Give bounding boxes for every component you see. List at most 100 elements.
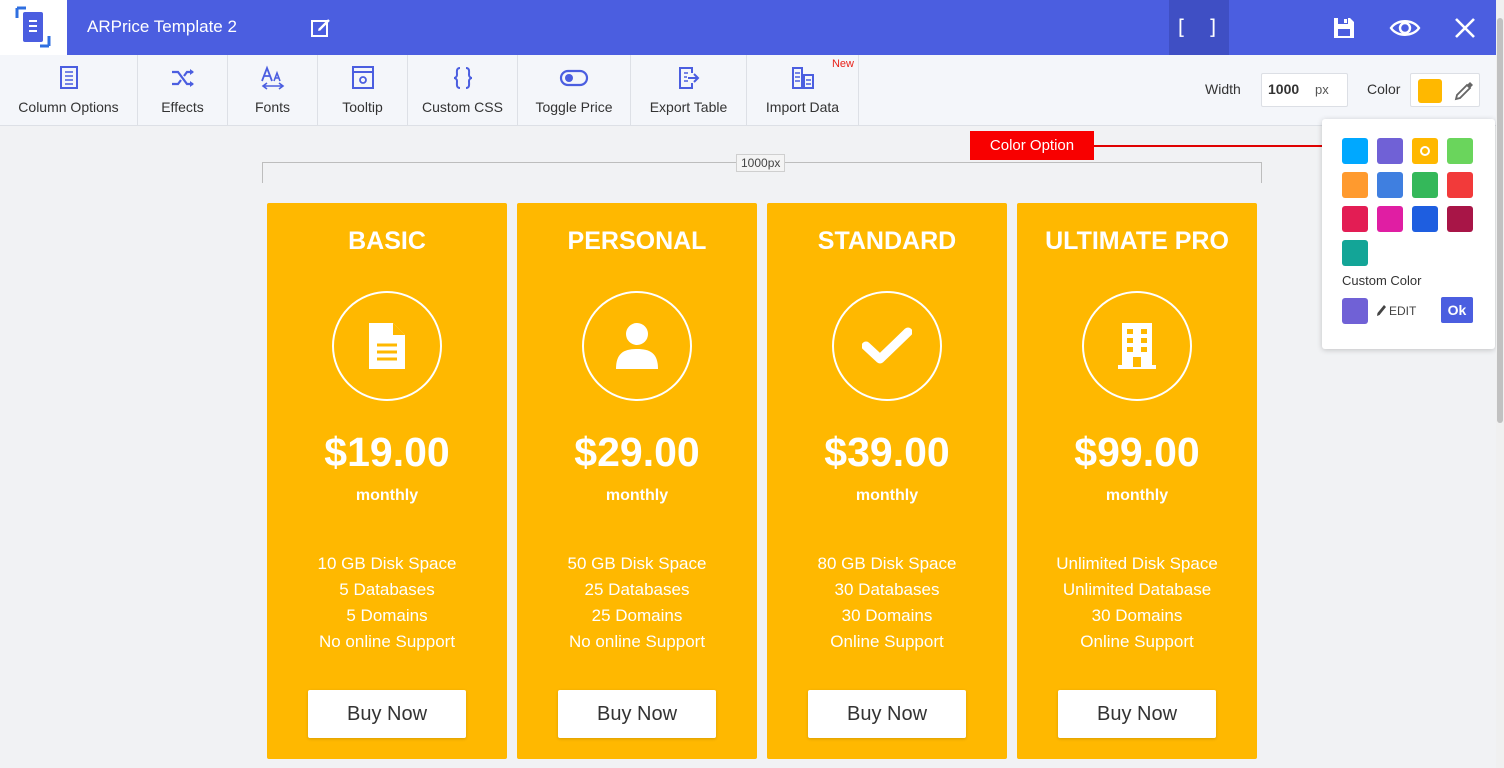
buy-now-button[interactable]: Buy Now	[1058, 690, 1216, 738]
plan-name: STANDARD	[817, 227, 957, 255]
color-label: Color	[1367, 81, 1401, 97]
logo	[0, 0, 67, 55]
tool-tooltip[interactable]: Tooltip	[318, 55, 408, 125]
plan-price: $29.00	[574, 429, 700, 475]
tool-label: Custom CSS	[422, 99, 503, 115]
checkmark-icon	[862, 327, 912, 364]
feature-item: 25 Domains	[591, 606, 683, 625]
import-icon	[791, 67, 814, 89]
feature-list: Unlimited Disk Space Unlimited Database …	[1017, 551, 1257, 655]
buy-now-button[interactable]: Buy Now	[808, 690, 966, 738]
feature-item: 30 Databases	[834, 580, 940, 599]
tool-export-table[interactable]: Export Table	[631, 55, 747, 125]
color-swatch[interactable]	[1342, 172, 1368, 198]
template-title: ARPrice Template 2	[87, 17, 237, 36]
plan-price: $19.00	[324, 429, 450, 475]
color-swatch[interactable]	[1412, 206, 1438, 232]
color-swatch[interactable]	[1377, 206, 1403, 232]
tool-label: Export Table	[649, 99, 728, 115]
buy-now-button[interactable]: Buy Now	[308, 690, 466, 738]
ok-button[interactable]: Ok	[1441, 297, 1473, 323]
color-swatch[interactable]	[1377, 172, 1403, 198]
feature-item: Online Support	[1080, 632, 1194, 651]
document-icon	[369, 323, 405, 369]
color-swatch[interactable]	[1412, 138, 1438, 164]
tool-label: Import Data	[765, 99, 840, 115]
feature-item: Unlimited Database	[1062, 580, 1212, 599]
plan-icon-ring	[1082, 291, 1192, 401]
feature-item: No online Support	[318, 632, 456, 651]
tooltip-icon	[351, 66, 374, 89]
braces-icon	[453, 67, 472, 89]
color-field	[1410, 73, 1480, 107]
feature-list: 80 GB Disk Space 30 Databases 30 Domains…	[767, 551, 1007, 655]
scrollbar-thumb[interactable]	[1497, 18, 1503, 423]
plan-name: ULTIMATE PRO	[1045, 227, 1229, 255]
width-input[interactable]	[1268, 81, 1313, 97]
plan-period: monthly	[855, 487, 919, 504]
user-icon	[616, 323, 658, 369]
color-swatch[interactable]	[1342, 240, 1368, 266]
plan-name: BASIC	[348, 227, 426, 255]
tool-custom-css[interactable]: Custom CSS	[408, 55, 518, 125]
plan-icon-ring	[832, 291, 942, 401]
feature-list: 10 GB Disk Space 5 Databases 5 Domains N…	[267, 551, 507, 655]
custom-color-label: Custom Color	[1342, 273, 1422, 288]
tool-label: Column Options	[18, 99, 119, 115]
tool-toggle-price[interactable]: Toggle Price	[518, 55, 631, 125]
plan-icon-ring	[582, 291, 692, 401]
plan-period: monthly	[355, 487, 419, 504]
tool-column-options[interactable]: Column Options	[0, 55, 138, 125]
eyedropper-icon[interactable]	[1453, 80, 1475, 102]
pricing-card-basic[interactable]: BASIC $19.00 monthly 10 GB Disk Space 5 …	[267, 203, 507, 759]
edit-custom-color-button[interactable]: EDIT	[1375, 303, 1416, 318]
plan-name: PERSONAL	[567, 227, 707, 255]
width-unit: px	[1315, 82, 1329, 97]
pricing-card-personal[interactable]: PERSONAL $29.00 monthly 50 GB Disk Space…	[517, 203, 757, 759]
feature-item: 5 Domains	[346, 606, 428, 625]
color-swatch[interactable]	[1447, 138, 1473, 164]
pencil-icon	[1377, 305, 1386, 316]
tool-label: Fonts	[254, 99, 290, 115]
edit-label: EDIT	[1389, 304, 1417, 318]
callout-pointer-line	[1094, 145, 1322, 147]
color-swatch[interactable]	[1342, 138, 1368, 164]
fullscreen-button[interactable]: [ ]	[1169, 0, 1229, 55]
pricing-card-ultimate-pro[interactable]: ULTIMATE PRO $99.00 monthly Unlimited Di…	[1017, 203, 1257, 759]
width-label: Width	[1205, 81, 1241, 97]
color-option-callout: Color Option	[970, 131, 1094, 160]
feature-item: 50 GB Disk Space	[567, 554, 707, 573]
color-swatch[interactable]	[1447, 206, 1473, 232]
pricing-card-standard[interactable]: STANDARD $39.00 monthly 80 GB Disk Space…	[767, 203, 1007, 759]
feature-item: 25 Databases	[584, 580, 690, 599]
buy-now-button[interactable]: Buy Now	[558, 690, 716, 738]
color-swatch[interactable]	[1377, 138, 1403, 164]
width-field: px	[1261, 73, 1348, 107]
preview-button[interactable]	[1389, 14, 1421, 42]
export-icon	[678, 67, 699, 89]
tool-fonts[interactable]: Fonts	[228, 55, 318, 125]
feature-item: 30 Domains	[1091, 606, 1183, 625]
editor-header: ARPrice Template 2 [ ]	[0, 0, 1504, 55]
close-icon	[1455, 18, 1475, 38]
color-palette-popup: Custom Color EDIT Ok	[1322, 119, 1495, 349]
custom-color-swatch[interactable]	[1342, 298, 1368, 324]
edit-title-button[interactable]	[309, 16, 333, 40]
color-swatch[interactable]	[1447, 172, 1473, 198]
plan-period: monthly	[1105, 487, 1169, 504]
eye-icon	[1389, 20, 1421, 36]
tool-label: Effects	[161, 99, 204, 115]
tool-effects[interactable]: Effects	[138, 55, 228, 125]
color-swatch[interactable]	[1342, 206, 1368, 232]
current-color-swatch[interactable]	[1418, 79, 1442, 103]
tool-label: Toggle Price	[535, 99, 613, 115]
color-swatch[interactable]	[1412, 172, 1438, 198]
close-button[interactable]	[1451, 14, 1479, 42]
feature-item: 30 Domains	[841, 606, 933, 625]
feature-list: 50 GB Disk Space 25 Databases 25 Domains…	[517, 551, 757, 655]
column-options-icon	[59, 66, 78, 89]
plan-price: $39.00	[824, 429, 950, 475]
tool-import-data[interactable]: New Import Data	[747, 55, 859, 125]
feature-item: 10 GB Disk Space	[317, 554, 457, 573]
save-button[interactable]	[1330, 14, 1358, 42]
